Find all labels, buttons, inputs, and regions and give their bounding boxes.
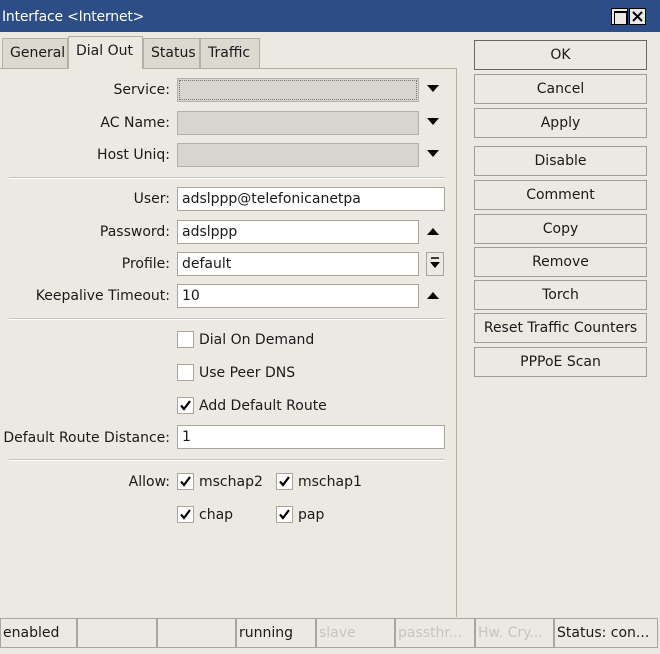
separator [9, 177, 445, 179]
use-peer-dns-label: Use Peer DNS [199, 365, 296, 381]
pap-label: pap [298, 507, 325, 523]
service-label: Service: [113, 82, 170, 98]
separator [9, 459, 445, 461]
user-label: User: [133, 191, 170, 207]
tab-status[interactable]: Status [143, 38, 200, 68]
check-icon [279, 476, 290, 487]
check-icon [279, 509, 290, 520]
check-icon [180, 476, 191, 487]
use-peer-dns-checkbox[interactable] [177, 364, 194, 381]
comment-button[interactable]: Comment [474, 180, 647, 210]
host-uniq-field[interactable] [177, 143, 419, 167]
mschap2-label: mschap2 [199, 474, 263, 490]
ac-name-dropdown-icon[interactable] [426, 118, 440, 128]
mschap1-checkbox[interactable] [276, 473, 293, 490]
password-label: Password: [99, 224, 170, 240]
remove-button[interactable]: Remove [474, 247, 647, 277]
check-icon [180, 400, 191, 411]
mschap2-checkbox[interactable] [177, 473, 194, 490]
close-icon[interactable] [629, 8, 646, 25]
profile-label: Profile: [121, 256, 170, 272]
allow-label: Allow: [128, 474, 170, 490]
profile-dropdown-icon[interactable] [426, 252, 444, 276]
status-connection: Status: con... [554, 618, 658, 648]
password-field[interactable]: adslppp [177, 220, 419, 244]
cancel-button[interactable]: Cancel [474, 74, 647, 104]
service-field[interactable] [177, 78, 419, 102]
apply-button[interactable]: Apply [474, 108, 647, 138]
add-default-route-label: Add Default Route [199, 398, 327, 414]
dial-on-demand-label: Dial On Demand [199, 332, 315, 348]
chap-label: chap [199, 507, 234, 523]
separator [9, 318, 445, 320]
keepalive-collapse-icon[interactable] [426, 292, 440, 302]
mschap1-label: mschap1 [298, 474, 362, 490]
tab-dial-out[interactable]: Dial Out [68, 36, 143, 69]
status-cell [77, 618, 157, 648]
chap-checkbox[interactable] [177, 506, 194, 523]
ac-name-label: AC Name: [100, 115, 170, 131]
status-hw-crypto: Hw. Cry... [475, 618, 554, 648]
password-collapse-icon[interactable] [426, 228, 440, 238]
keepalive-label: Keepalive Timeout: [35, 288, 170, 304]
dial-on-demand-checkbox[interactable] [177, 331, 194, 348]
ac-name-field[interactable] [177, 111, 419, 135]
check-icon [180, 509, 191, 520]
status-cell [157, 618, 236, 648]
window-title: Interface <Internet> [2, 9, 145, 25]
status-slave: slave [316, 618, 395, 648]
status-passthrough: passthr... [395, 618, 475, 648]
reset-traffic-counters-button[interactable]: Reset Traffic Counters [474, 313, 647, 343]
add-default-route-checkbox[interactable] [177, 397, 194, 414]
disable-button[interactable]: Disable [474, 146, 647, 176]
tab-traffic[interactable]: Traffic [200, 38, 260, 68]
keepalive-field[interactable]: 10 [177, 284, 419, 308]
service-dropdown-icon[interactable] [426, 85, 440, 95]
copy-button[interactable]: Copy [474, 214, 647, 244]
profile-select[interactable]: default [177, 252, 419, 276]
pppoe-scan-button[interactable]: PPPoE Scan [474, 347, 647, 377]
status-running: running [236, 618, 316, 648]
user-field[interactable]: adslppp@telefonicanetpa [177, 187, 445, 211]
torch-button[interactable]: Torch [474, 280, 647, 310]
tab-general[interactable]: General [2, 38, 68, 68]
ok-button[interactable]: OK [474, 40, 647, 70]
pap-checkbox[interactable] [276, 506, 293, 523]
host-uniq-label: Host Uniq: [97, 147, 170, 163]
default-route-distance-label: Default Route Distance: [3, 430, 170, 446]
maximize-icon[interactable] [611, 8, 628, 25]
host-uniq-dropdown-icon[interactable] [426, 150, 440, 160]
title-bar: Interface <Internet> [0, 0, 660, 32]
default-route-distance-field[interactable]: 1 [177, 425, 445, 449]
status-enabled: enabled [0, 618, 77, 648]
